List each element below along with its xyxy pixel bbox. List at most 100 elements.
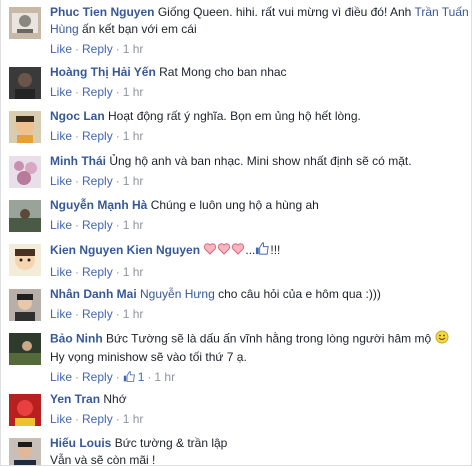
like-link[interactable]: Like	[50, 307, 72, 321]
timestamp[interactable]: 1 hr	[123, 218, 144, 232]
like-link[interactable]: Like	[50, 218, 72, 232]
heart-icon	[217, 242, 231, 261]
separator: ·	[75, 174, 80, 188]
separator: ·	[75, 85, 80, 99]
like-link[interactable]: Like	[50, 370, 72, 384]
thumbs-up-icon	[123, 371, 135, 382]
comment-text-line2: Hy vọng minishow sẽ vào tối thứ 7 ạ.	[50, 350, 247, 364]
avatar[interactable]	[9, 289, 41, 321]
reply-link[interactable]: Reply	[82, 174, 113, 188]
separator: ·	[75, 129, 80, 143]
like-count[interactable]: 1	[123, 370, 145, 384]
comment-text: Rat Mong cho ban nhac	[159, 65, 287, 79]
comment: Bảo Ninh Bức Tường sẽ là dấu ấn vĩnh hằn…	[9, 330, 465, 386]
commenter-name[interactable]: Ngoc Lan	[50, 109, 105, 123]
timestamp[interactable]: 1 hr	[123, 412, 144, 426]
comment-text: ...	[245, 243, 256, 258]
thumbs-up-icon	[255, 241, 270, 261]
reply-link[interactable]: Reply	[82, 412, 113, 426]
separator: ·	[75, 412, 80, 426]
avatar[interactable]	[9, 156, 41, 188]
separator: ·	[75, 307, 80, 321]
comment-text: Chúng e luôn ung hộ a hùng ah	[150, 198, 319, 212]
comment: Nguyễn Mạnh Hà Chúng e luôn ung hộ a hùn…	[9, 197, 465, 237]
timestamp[interactable]: 1 hr	[123, 307, 144, 321]
avatar[interactable]	[9, 111, 41, 143]
commenter-name[interactable]: Phuc Tien Nguyen	[50, 5, 154, 19]
avatar[interactable]	[9, 244, 41, 276]
comment: Hiếu Louis Bức tường & trần lập Vẫn và s…	[9, 435, 465, 466]
timestamp[interactable]: 1 hr	[123, 42, 144, 56]
mention-link[interactable]: Nguyễn Hưng	[140, 287, 215, 301]
separator: ·	[115, 174, 120, 188]
timestamp[interactable]: 1 hr	[123, 129, 144, 143]
separator: ·	[75, 265, 80, 279]
like-link[interactable]: Like	[50, 174, 72, 188]
avatar[interactable]	[9, 438, 41, 465]
separator: ·	[115, 129, 120, 143]
comment-text: Giống Queen. hihi. rất vui mừng vì điều …	[157, 5, 415, 19]
separator: ·	[75, 370, 80, 384]
comment: Kien Nguyen Kien Nguyen ...!!! Like · Repl…	[9, 241, 465, 281]
commenter-name[interactable]: Hoàng Thị Hải Yến	[50, 65, 156, 79]
timestamp[interactable]: 1 hr	[123, 265, 144, 279]
comment: Minh Thái Ủng hộ anh và ban nhạc. Mini s…	[9, 153, 465, 193]
comment: Ngoc Lan Hoạt động rất ý nghĩa. Bọn em ủ…	[9, 108, 465, 148]
separator: ·	[115, 265, 120, 279]
mention-link[interactable]: Trần Tuấn	[414, 5, 468, 19]
timestamp[interactable]: 1 hr	[123, 85, 144, 99]
separator: ·	[115, 218, 120, 232]
commenter-name[interactable]: Nguyễn Mạnh Hà	[50, 198, 147, 212]
separator: ·	[115, 85, 120, 99]
like-link[interactable]: Like	[50, 265, 72, 279]
reply-link[interactable]: Reply	[82, 307, 113, 321]
avatar[interactable]	[9, 394, 41, 426]
separator: ·	[75, 218, 80, 232]
separator: ·	[115, 307, 120, 321]
comment-text: cho câu hỏi của e hôm qua :)))	[214, 287, 381, 301]
reply-link[interactable]: Reply	[82, 42, 113, 56]
separator: ·	[75, 42, 80, 56]
avatar[interactable]	[9, 333, 41, 365]
comment-text: Ủng hộ anh và ban nhạc. Mini show nhất đ…	[109, 154, 412, 168]
comment: Nhân Danh Mai Nguyễn Hưng cho câu hỏi củ…	[9, 286, 465, 326]
separator: ·	[115, 412, 120, 426]
mention-link[interactable]: Hùng	[50, 22, 79, 36]
commenter-name[interactable]: Hiếu Louis	[50, 436, 111, 450]
reply-link[interactable]: Reply	[82, 129, 113, 143]
avatar[interactable]	[9, 67, 41, 99]
comment-text: Nhớ	[103, 392, 127, 406]
like-count-value: 1	[137, 370, 145, 384]
separator: ·	[115, 42, 120, 56]
commenter-name[interactable]: Kien Nguyen Kien Nguyen	[50, 243, 200, 257]
comment-text-line2: Vẫn và sẽ còn mãi !	[50, 453, 156, 466]
comment-text: Hoạt động rất ý nghĩa. Bọn em ủng hộ hết…	[108, 109, 361, 123]
timestamp[interactable]: 1 hr	[123, 174, 144, 188]
reply-link[interactable]: Reply	[82, 85, 113, 99]
comment-text: Bức Tường sẽ là dấu ấn vĩnh hằng trong l…	[106, 331, 432, 346]
like-link[interactable]: Like	[50, 412, 72, 426]
comment-text-tail: !!!	[270, 243, 281, 258]
commenter-name[interactable]: Yen Tran	[50, 392, 100, 406]
comment: Phuc Tien Nguyen Giống Queen. hihi. rất …	[9, 4, 469, 56]
like-link[interactable]: Like	[50, 85, 72, 99]
reply-link[interactable]: Reply	[82, 370, 113, 384]
comment-text: Bức tường & trần lập	[114, 436, 228, 450]
avatar[interactable]	[9, 200, 41, 232]
reply-link[interactable]: Reply	[82, 265, 113, 279]
comment-text: ấn kết bạn với em cái	[78, 22, 197, 36]
heart-icon	[231, 242, 245, 261]
commenter-name[interactable]: Bảo Ninh	[50, 332, 103, 346]
heart-icon	[203, 242, 217, 261]
reply-link[interactable]: Reply	[82, 218, 113, 232]
smile-icon	[435, 330, 449, 349]
separator: ·	[115, 370, 120, 384]
comment: Yen Tran Nhớ Like · Reply · 1 hr	[9, 391, 465, 431]
timestamp[interactable]: 1 hr	[154, 370, 175, 384]
like-link[interactable]: Like	[50, 42, 72, 56]
commenter-name[interactable]: Nhân Danh Mai	[50, 287, 137, 301]
separator: ·	[147, 370, 152, 384]
commenter-name[interactable]: Minh Thái	[50, 154, 106, 168]
like-link[interactable]: Like	[50, 129, 72, 143]
avatar[interactable]	[9, 7, 41, 39]
